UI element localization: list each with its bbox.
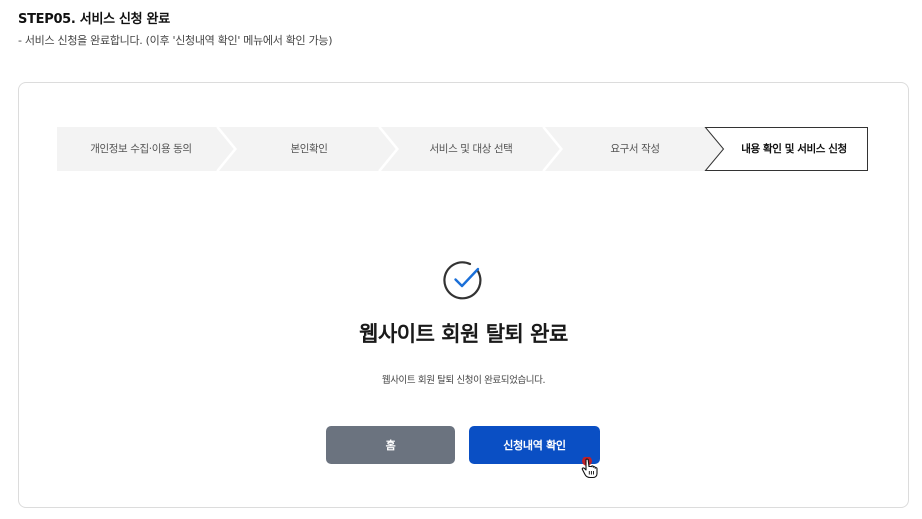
- step-label-3: 서비스 및 대상 선택: [429, 143, 513, 155]
- hand-cursor-icon: [579, 456, 601, 481]
- completion-card: 개인정보 수집·이용 동의 본인확인 서비스 및 대상 선택 요구서 작성 내용…: [18, 82, 909, 508]
- step-description: - 서비스 신청을 완료합니다. (이후 '신청내역 확인' 메뉴에서 확인 가…: [18, 34, 333, 47]
- result-title: 웹사이트 회원 탈퇴 완료: [359, 322, 568, 346]
- step-title: STEP05. 서비스 신청 완료: [18, 12, 170, 27]
- result-description: 웹사이트 회원 탈퇴 신청이 완료되었습니다.: [381, 375, 546, 386]
- home-button[interactable]: 홈: [326, 426, 455, 464]
- step-label-5: 내용 확인 및 서비스 신청: [741, 143, 847, 155]
- check-circle-icon: [443, 259, 485, 301]
- progress-stepper: 개인정보 수집·이용 동의 본인확인 서비스 및 대상 선택 요구서 작성 내용…: [57, 127, 868, 171]
- step-label-1: 개인정보 수집·이용 동의: [90, 143, 192, 155]
- step-label-2: 본인확인: [290, 143, 328, 155]
- step-label-4: 요구서 작성: [610, 143, 660, 155]
